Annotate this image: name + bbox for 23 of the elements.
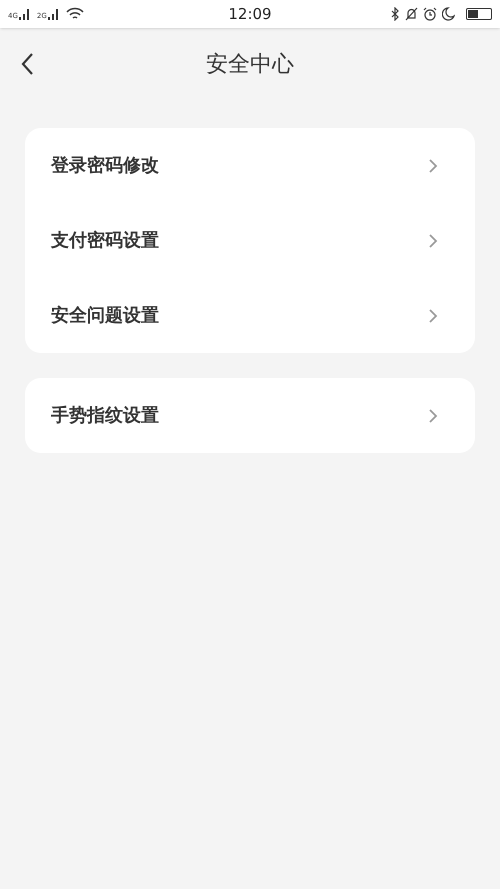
bell-muted-icon	[405, 7, 418, 21]
row-label: 手势指纹设置	[51, 404, 160, 428]
chevron-right-icon	[428, 408, 438, 424]
chevron-right-icon	[428, 232, 438, 248]
battery-icon	[466, 8, 492, 20]
row-label: 安全问题设置	[51, 304, 160, 328]
signal-icon	[18, 8, 31, 20]
signal-icon	[48, 8, 60, 20]
settings-row[interactable]: 手势指纹设置	[25, 378, 475, 453]
bluetooth-icon	[390, 7, 400, 21]
row-label: 支付密码设置	[51, 229, 160, 253]
status-time: 12:09	[228, 4, 272, 25]
wifi-icon	[66, 7, 84, 21]
page-title: 安全中心	[206, 50, 294, 78]
settings-row[interactable]: 支付密码设置	[25, 203, 475, 278]
row-label: 登录密码修改	[51, 154, 160, 178]
settings-row[interactable]: 安全问题设置	[25, 278, 475, 353]
chevron-right-icon	[428, 308, 438, 324]
chevron-right-icon	[428, 158, 438, 174]
alarm-icon	[423, 7, 437, 21]
back-icon[interactable]	[20, 52, 34, 76]
moon-icon	[442, 7, 455, 21]
settings-row[interactable]: 登录密码修改	[25, 128, 475, 203]
